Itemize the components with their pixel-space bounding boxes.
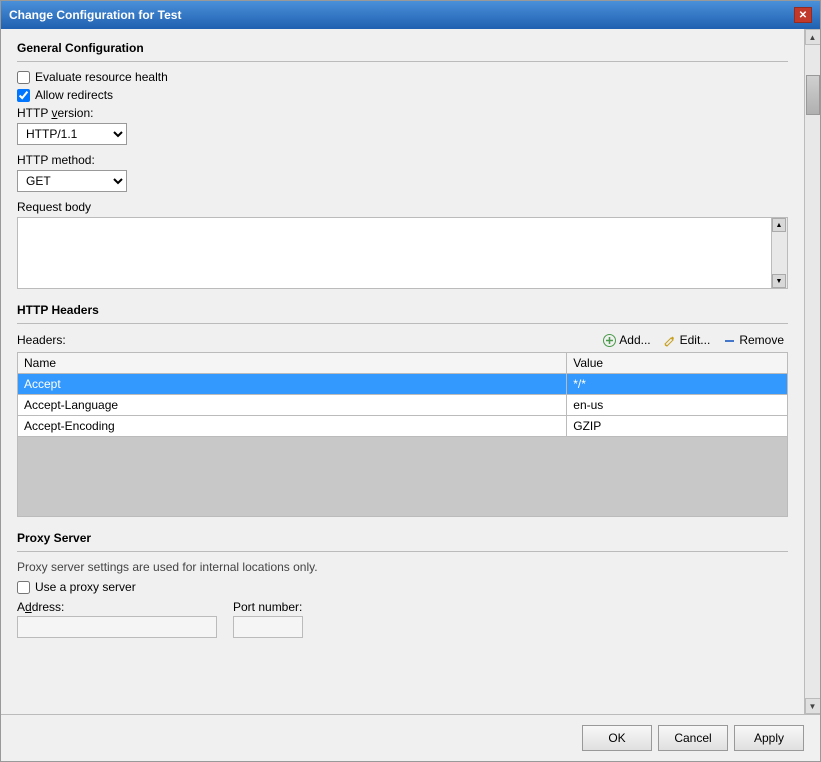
http-headers-section: HTTP Headers Headers: [17,303,788,517]
header-name-cell: Accept-Encoding [18,416,567,437]
section-divider-3 [17,551,788,552]
section-divider-1 [17,61,788,62]
http-method-select[interactable]: GET POST PUT DELETE HEAD OPTIONS [17,170,127,192]
http-version-label: HTTP version: [17,106,788,120]
ok-button[interactable]: OK [582,725,652,751]
scroll-up-btn[interactable]: ▲ [772,218,786,232]
allow-redirects-row: Allow redirects [17,88,788,102]
headers-buttons: Add... Edit... [598,332,788,348]
empty-row-cell [18,437,788,517]
allow-redirects-label[interactable]: Allow redirects [35,88,113,102]
right-scrollbar: ▲ ▼ [804,29,820,714]
headers-toolbar: Headers: Add... [17,332,788,348]
request-body-label: Request body [17,200,788,214]
remove-icon [722,333,736,347]
proxy-server-title: Proxy Server [17,531,788,545]
proxy-address-row: Address: Port number: [17,600,788,638]
proxy-description: Proxy server settings are used for inter… [17,560,788,574]
evaluate-health-label[interactable]: Evaluate resource health [35,70,168,84]
header-value-cell: en-us [567,395,788,416]
header-value-cell: GZIP [567,416,788,437]
scrollbar-up-button[interactable]: ▲ [805,29,821,45]
close-button[interactable]: ✕ [794,7,812,23]
address-input[interactable] [17,616,217,638]
add-icon [602,333,616,347]
table-row-empty [18,437,788,517]
table-row[interactable]: Accept-Language en-us [18,395,788,416]
add-header-label: Add... [619,333,650,347]
request-body-row: Request body ▲ ▼ [17,200,788,289]
main-scroll-area: General Configuration Evaluate resource … [1,29,804,714]
port-input[interactable] [233,616,303,638]
http-method-label: HTTP method: [17,153,788,167]
title-bar: Change Configuration for Test ✕ [1,1,820,29]
general-config-section: General Configuration Evaluate resource … [17,41,788,289]
dialog-title: Change Configuration for Test [9,8,181,22]
edit-icon [663,333,677,347]
http-version-select[interactable]: HTTP/1.1 HTTP/1.0 HTTP/2 [17,123,127,145]
request-body-input[interactable] [18,218,771,288]
bottom-bar: OK Cancel Apply [1,714,820,761]
scrollbar-thumb[interactable] [806,75,820,115]
scroll-down-btn[interactable]: ▼ [772,274,786,288]
add-header-button[interactable]: Add... [598,332,654,348]
address-field-group: Address: [17,600,217,638]
cancel-button[interactable]: Cancel [658,725,728,751]
allow-redirects-checkbox[interactable] [17,89,30,102]
header-value-cell: */* [567,374,788,395]
port-label: Port number: [233,600,303,614]
use-proxy-checkbox[interactable] [17,581,30,594]
headers-table-header-row: Name Value [18,353,788,374]
section-divider-2 [17,323,788,324]
request-body-container: ▲ ▼ [17,217,788,289]
scrollbar-down-button[interactable]: ▼ [805,698,821,714]
address-label-text: Address: [17,600,64,614]
edit-header-label: Edit... [680,333,711,347]
remove-header-button[interactable]: Remove [718,332,788,348]
http-version-row: HTTP version: HTTP/1.1 HTTP/1.0 HTTP/2 [17,106,788,145]
edit-header-button[interactable]: Edit... [659,332,715,348]
remove-header-label: Remove [739,333,784,347]
table-row[interactable]: Accept */* [18,374,788,395]
http-headers-title: HTTP Headers [17,303,788,317]
apply-button[interactable]: Apply [734,725,804,751]
scrollbar-track[interactable] [806,45,820,698]
use-proxy-row: Use a proxy server [17,580,788,594]
address-label: Address: [17,600,217,614]
scroll-track [772,232,787,274]
headers-label: Headers: [17,333,66,347]
request-body-scrollbar: ▲ ▼ [771,218,787,288]
use-proxy-label[interactable]: Use a proxy server [35,580,136,594]
port-field-group: Port number: [233,600,303,638]
dialog-content: General Configuration Evaluate resource … [1,29,820,714]
col-value-header: Value [567,353,788,374]
table-row[interactable]: Accept-Encoding GZIP [18,416,788,437]
dialog-window: Change Configuration for Test ✕ General … [0,0,821,762]
header-name-cell: Accept-Language [18,395,567,416]
headers-table: Name Value Accept */* Accept-Language en… [17,352,788,517]
evaluate-health-row: Evaluate resource health [17,70,788,84]
general-config-title: General Configuration [17,41,788,55]
http-method-row: HTTP method: GET POST PUT DELETE HEAD OP… [17,153,788,192]
header-name-cell: Accept [18,374,567,395]
col-name-header: Name [18,353,567,374]
proxy-server-section: Proxy Server Proxy server settings are u… [17,531,788,638]
evaluate-health-checkbox[interactable] [17,71,30,84]
